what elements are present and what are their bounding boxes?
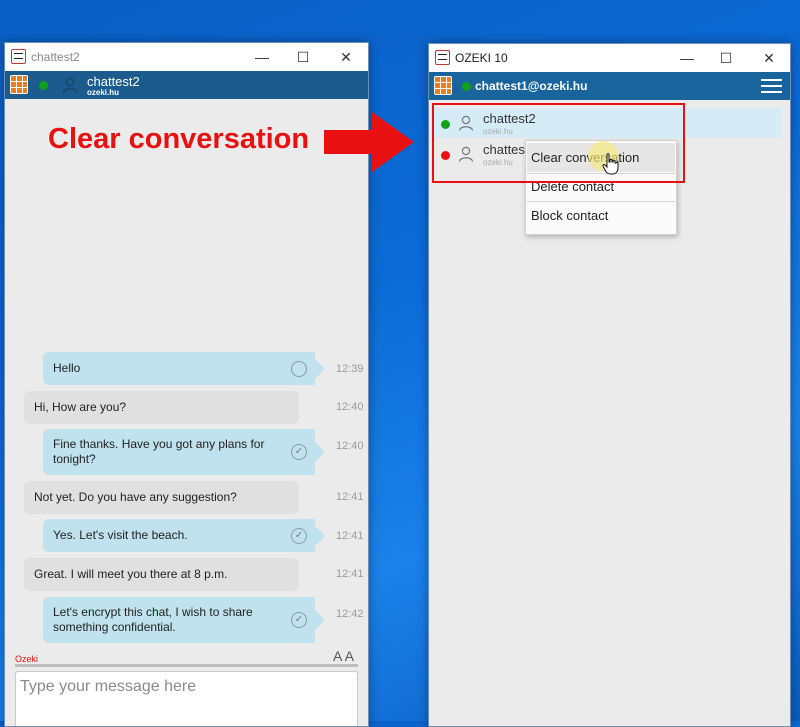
status-online-icon [39,81,48,90]
ozeki-window-titlebar[interactable]: OZEKI 10 — ☐ ✕ [429,44,790,72]
block-contact-menu-item[interactable]: Block contact [527,201,675,230]
delivered-check-icon: ✓ [291,612,307,628]
close-button[interactable]: ✕ [754,48,784,68]
status-online-icon [462,82,471,91]
annotation-label: Clear conversation [48,123,310,155]
font-size-button[interactable]: A A [333,648,354,664]
message-time: 12:41 [336,491,364,503]
message-text: Great. I will meet you there at 8 p.m. [34,567,228,581]
message-input-placeholder: Type your message here [20,678,197,695]
app-icon [435,50,450,65]
divider [15,664,358,667]
message-time: 12:40 [336,440,364,452]
message-text: Hi, How are you? [34,400,127,414]
minimize-button[interactable]: — [672,48,702,68]
account-name: chattest1@ozeki.hu [475,79,588,93]
outgoing-message: Hello [43,352,325,385]
message-text: Let's encrypt this chat, I wish to share… [53,605,253,634]
pending-status-icon [291,360,307,377]
outgoing-message: Yes. Let's visit the beach. ✓ [43,519,325,552]
message-time: 12:41 [336,568,364,580]
maximize-button[interactable]: ☐ [288,47,318,67]
chat-window-titlebar[interactable]: chattest2 — ☐ ✕ [5,43,368,71]
ozeki-header: chattest1@ozeki.hu [429,72,790,100]
window-title: chattest2 [31,50,80,64]
app-icon [11,49,26,64]
grid-menu-icon[interactable] [434,76,452,95]
ozeki-brand: Ozeki [15,654,39,664]
incoming-message: Hi, How are you? [24,391,299,424]
message-time: 12:41 [336,530,364,542]
message-time: 12:40 [336,401,364,413]
delivered-check-icon: ✓ [291,527,307,544]
chat-header: chattest2 ozeki.hu [5,71,368,99]
message-time: 12:42 [336,608,364,620]
maximize-button[interactable]: ☐ [711,48,741,68]
incoming-message: Not yet. Do you have any suggestion? [24,481,299,514]
delivered-check-icon: ✓ [291,444,307,460]
incoming-message: Great. I will meet you there at 8 p.m. [24,558,299,591]
close-button[interactable]: ✕ [331,47,361,67]
message-text: Not yet. Do you have any suggestion? [34,490,237,504]
message-text: Fine thanks. Have you got any plans for … [53,437,265,466]
contact-name: chattest2 [87,74,140,89]
chat-footer: Ozeki A A [15,648,358,664]
highlight-box [432,103,685,183]
window-title: OZEKI 10 [455,51,508,65]
contact-domain: ozeki.hu [87,88,120,97]
minimize-button[interactable]: — [247,47,277,67]
message-text: Hello [53,361,81,375]
user-icon [62,77,78,93]
message-input[interactable]: Type your message here [15,671,358,726]
hamburger-menu-icon[interactable] [761,79,782,93]
message-text: Yes. Let's visit the beach. [53,528,188,542]
outgoing-message: Fine thanks. Have you got any plans for … [43,429,325,475]
arrow-icon [324,112,414,172]
grid-menu-icon[interactable] [10,75,28,94]
outgoing-message: Let's encrypt this chat, I wish to share… [43,597,325,643]
message-time: 12:39 [336,363,364,375]
